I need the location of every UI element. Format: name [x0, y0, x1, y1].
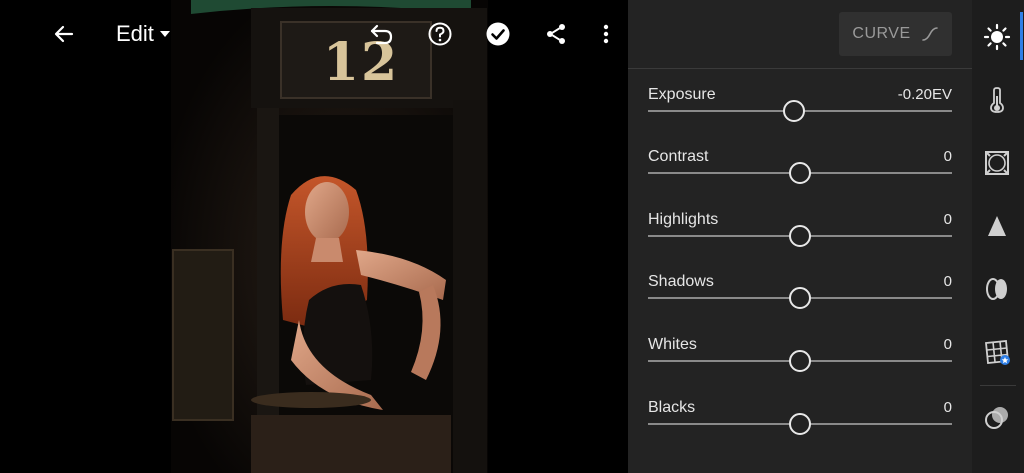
edit-label: Edit: [116, 21, 154, 46]
slider-value: 0: [943, 273, 952, 290]
top-toolbar: Edit: [0, 0, 628, 68]
slider-label: Whites: [648, 336, 697, 353]
tool-light[interactable]: [972, 12, 1022, 62]
strip-divider: [980, 385, 1016, 386]
done-button[interactable]: [482, 18, 514, 50]
slider-value: 0: [943, 336, 952, 353]
curve-icon: [921, 27, 938, 41]
tool-optics[interactable]: [972, 264, 1022, 314]
photo-image: 12: [171, 0, 488, 473]
undo-button[interactable]: [366, 18, 398, 50]
presets-icon: [985, 407, 1008, 429]
slider-label: Blacks: [648, 399, 696, 416]
slider-thumb[interactable]: [789, 162, 811, 184]
curve-button[interactable]: CURVE: [839, 12, 952, 56]
slider-whites: Whites 0: [648, 336, 952, 386]
slider-value: 0: [943, 211, 952, 228]
curve-label: CURVE: [852, 25, 911, 42]
slider-blacks: Blacks 0: [648, 399, 952, 449]
slider-thumb[interactable]: [782, 100, 805, 122]
slider-value: 0: [943, 148, 952, 165]
optics-lens-icon: [986, 278, 1007, 300]
help-button[interactable]: [424, 18, 456, 50]
share-icon: [547, 24, 565, 44]
share-button[interactable]: [540, 18, 572, 50]
slider-thumb[interactable]: [789, 413, 811, 435]
slider-label: Highlights: [648, 211, 719, 228]
light-icon: [983, 23, 1011, 51]
tool-strip: [972, 0, 1024, 473]
back-button[interactable]: [48, 18, 80, 50]
color-thermometer-icon: [990, 87, 1004, 113]
back-arrow-icon: [54, 25, 74, 43]
checkmark-circle-icon: [486, 22, 510, 46]
slider-thumb[interactable]: [789, 287, 811, 309]
caret-down-icon: [159, 31, 170, 37]
slider-thumb[interactable]: [789, 225, 811, 247]
more-vertical-icon: [603, 24, 609, 44]
tool-color[interactable]: [972, 75, 1022, 125]
slider-shadows: Shadows 0: [648, 273, 952, 323]
effects-vignette-icon: [985, 151, 1009, 175]
slider-label: Exposure: [648, 86, 716, 103]
undo-icon: [370, 24, 393, 45]
slider-label: Contrast: [648, 148, 709, 165]
slider-thumb[interactable]: [789, 350, 811, 372]
detail-triangle-icon: [988, 216, 1006, 236]
light-adjustments-panel: CURVE Exposure -0.20EV Contrast 0 Highli…: [628, 0, 972, 473]
tool-detail[interactable]: [972, 201, 1022, 251]
tool-presets[interactable]: [972, 393, 1022, 443]
slider-exposure: Exposure -0.20EV: [648, 86, 952, 136]
panel-header: CURVE: [628, 0, 972, 69]
slider-value: 0: [943, 399, 952, 416]
tool-effects[interactable]: [972, 138, 1022, 188]
slider-label: Shadows: [648, 273, 714, 290]
edit-menu[interactable]: Edit: [116, 18, 178, 50]
geometry-grid-icon: [985, 340, 1010, 365]
slider-contrast: Contrast 0: [648, 148, 952, 198]
more-options-button[interactable]: [590, 18, 622, 50]
slider-highlights: Highlights 0: [648, 211, 952, 261]
tool-geometry[interactable]: [972, 327, 1022, 377]
photo-canvas[interactable]: 12 Edit: [0, 0, 628, 473]
slider-value: -0.20EV: [897, 86, 952, 103]
help-icon: [428, 22, 452, 46]
